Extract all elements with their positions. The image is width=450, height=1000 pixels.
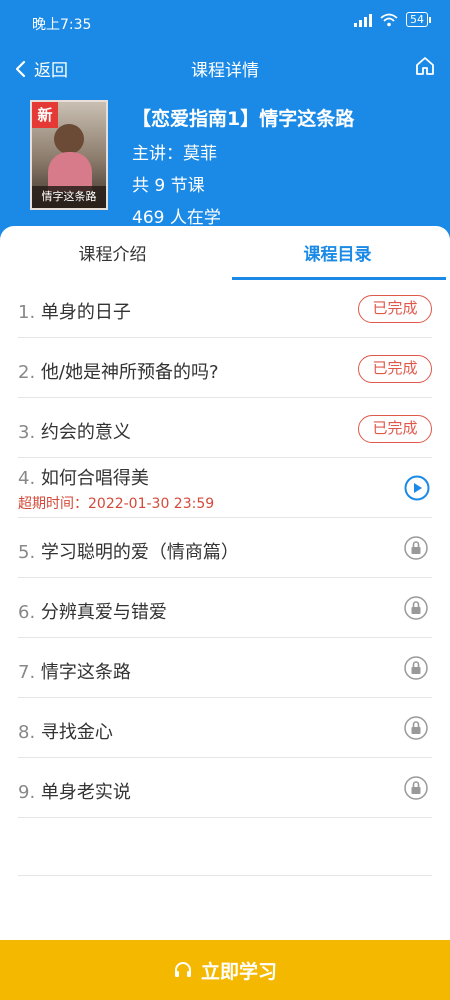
expire-time: 超期时间：2022-01-30 23:59 — [18, 496, 215, 512]
lesson-title: 2. 他/她是神所预备的吗? — [18, 362, 219, 383]
cover-title: 情字这条路 — [32, 186, 106, 208]
course-lesson-count: 共 9 节课 — [132, 176, 205, 196]
completed-badge: 已完成 — [358, 355, 432, 383]
lock-icon — [404, 596, 428, 620]
course-title: 【恋爱指南1】情字这条路 — [132, 108, 355, 130]
course-lecturer: 主讲：莫菲 — [132, 144, 217, 164]
lesson-row[interactable]: 1. 单身的日子 已完成 — [18, 278, 432, 338]
course-cover[interactable]: 新 情字这条路 — [30, 100, 108, 210]
content-panel: 课程介绍 课程目录 1. 单身的日子 已完成 2. 他/她是神所预备的吗? 已完… — [0, 226, 450, 1000]
lesson-row[interactable]: 6. 分辨真爱与错爱 — [18, 578, 432, 638]
lesson-row[interactable]: 9. 单身老实说 — [18, 758, 432, 818]
course-info: 【恋爱指南1】情字这条路 主讲：莫菲 共 9 节课 469 人在学 — [132, 104, 354, 235]
lesson-title: 8. 寻找金心 — [18, 722, 113, 743]
list-spacer — [18, 816, 432, 876]
lesson-title: 9. 单身老实说 — [18, 782, 131, 803]
start-learning-label: 立即学习 — [200, 960, 277, 983]
new-badge: 新 — [32, 102, 58, 128]
play-icon[interactable] — [404, 475, 430, 501]
signal-icon — [354, 13, 372, 27]
tab-intro[interactable]: 课程介绍 — [0, 240, 225, 265]
lesson-row[interactable]: 2. 他/她是神所预备的吗? 已完成 — [18, 338, 432, 398]
lock-icon — [404, 776, 428, 800]
nav-bar: 返回 课程详情 — [0, 46, 450, 90]
lesson-row[interactable]: 7. 情字这条路 — [18, 638, 432, 698]
status-time: 晚上7:35 — [32, 17, 92, 33]
lesson-title: 5. 学习聪明的爱（情商篇） — [18, 542, 239, 563]
tab-bar: 课程介绍 课程目录 — [0, 226, 450, 280]
headphones-icon — [174, 962, 191, 977]
completed-badge: 已完成 — [358, 295, 432, 323]
cover-person-head — [54, 124, 84, 154]
lesson-title: 6. 分辨真爱与错爱 — [18, 602, 167, 623]
lesson-title: 1. 单身的日子 — [18, 302, 131, 323]
course-learners: 469 人在学 — [132, 208, 221, 228]
lesson-title: 7. 情字这条路 — [18, 662, 131, 683]
lesson-row[interactable]: 3. 约会的意义 已完成 — [18, 398, 432, 458]
wifi-icon — [380, 13, 398, 26]
lock-icon — [404, 536, 428, 560]
tab-catalog[interactable]: 课程目录 — [225, 240, 450, 265]
lesson-row[interactable]: 8. 寻找金心 — [18, 698, 432, 758]
lock-icon — [404, 656, 428, 680]
lesson-row-current[interactable]: 4. 如何合唱得美 超期时间：2022-01-30 23:59 — [18, 458, 432, 518]
lock-icon — [404, 716, 428, 740]
course-header: 新 情字这条路 【恋爱指南1】情字这条路 主讲：莫菲 共 9 节课 469 人在… — [0, 96, 450, 228]
status-icons: 54 — [354, 12, 431, 27]
battery-icon: 54 — [406, 12, 431, 27]
start-learning-button[interactable]: 立即学习 — [0, 940, 450, 1000]
lesson-title: 3. 约会的意义 — [18, 422, 131, 443]
page-title: 课程详情 — [191, 61, 259, 81]
home-icon — [416, 57, 434, 75]
status-bar: 晚上7:35 54 — [0, 0, 450, 46]
completed-badge: 已完成 — [358, 415, 432, 443]
lesson-title: 4. 如何合唱得美 — [18, 468, 149, 489]
lesson-row[interactable]: 5. 学习聪明的爱（情商篇） — [18, 518, 432, 578]
home-button[interactable] — [414, 55, 436, 81]
